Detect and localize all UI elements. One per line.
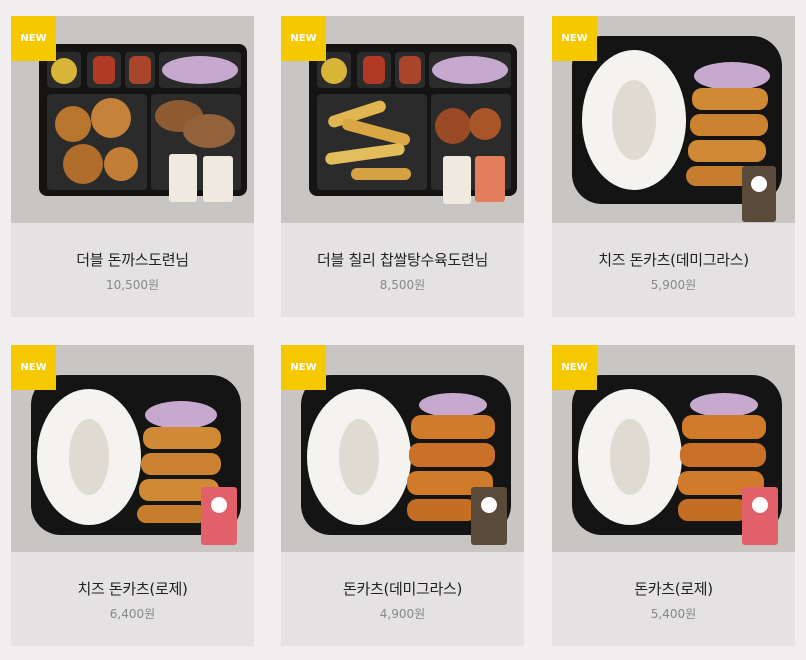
product-card[interactable]: NEW 돈카츠(로제) 5,400원: [552, 345, 795, 646]
new-badge: NEW: [11, 345, 56, 390]
product-price: 6,400원: [109, 607, 156, 621]
product-card[interactable]: NEW 치즈 돈카츠(데미그라스) 5,900원: [552, 16, 795, 317]
product-name[interactable]: 돈카츠(데미그라스): [281, 578, 524, 599]
product-card[interactable]: NEW: [11, 16, 254, 317]
new-badge: NEW: [552, 345, 597, 390]
product-image[interactable]: NEW: [11, 345, 254, 552]
product-price: 8,500원: [379, 278, 426, 292]
product-name[interactable]: 더블 칠리 찹쌀탕수육도련님: [281, 249, 524, 270]
new-badge: NEW: [552, 16, 597, 61]
product-name[interactable]: 치즈 돈카츠(데미그라스): [552, 249, 795, 270]
product-name[interactable]: 돈카츠(로제): [552, 578, 795, 599]
product-card[interactable]: NEW 치즈 돈카츠(로제) 6,400원: [11, 345, 254, 646]
product-card[interactable]: NEW: [281, 16, 524, 317]
product-image[interactable]: NEW: [281, 345, 524, 552]
product-image[interactable]: NEW: [11, 16, 254, 223]
product-card[interactable]: NEW 돈카츠(데미그라스) 4,900원: [281, 345, 524, 646]
product-image[interactable]: NEW: [552, 16, 795, 223]
new-badge: NEW: [281, 16, 326, 61]
product-price: 5,400원: [650, 607, 697, 621]
product-price: 10,500원: [105, 278, 160, 292]
new-badge: NEW: [11, 16, 56, 61]
product-price: 4,900원: [379, 607, 426, 621]
product-name[interactable]: 더블 돈까스도련님: [11, 249, 254, 270]
product-image[interactable]: NEW: [552, 345, 795, 552]
product-grid: NEW 더블 돈까스도련님 10,500원 NEW 더블 칠리 찹쌀탕수육도련님…: [11, 16, 795, 646]
new-badge: NEW: [281, 345, 326, 390]
product-price: 5,900원: [650, 278, 697, 292]
product-image[interactable]: NEW: [281, 16, 524, 223]
product-name[interactable]: 치즈 돈카츠(로제): [11, 578, 254, 599]
